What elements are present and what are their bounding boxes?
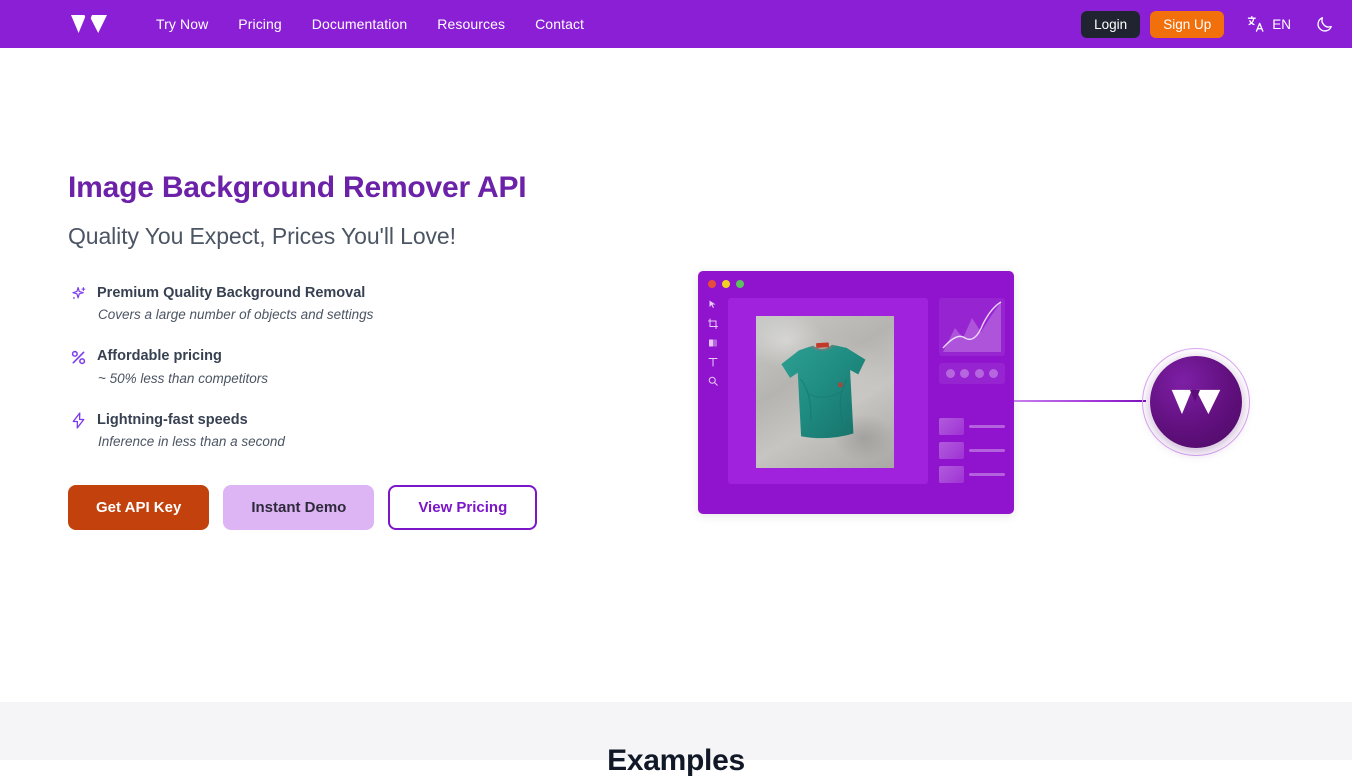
view-pricing-button[interactable]: View Pricing — [388, 484, 538, 530]
layer-thumbnail — [939, 442, 964, 459]
hero-section: Image Background Remover API Quality You… — [0, 48, 1352, 702]
feature-item-quality: Premium Quality Background Removal Cover… — [68, 283, 628, 322]
window-close-dot — [708, 280, 716, 288]
language-selector[interactable]: EN — [1246, 14, 1291, 34]
w-logo-icon — [71, 15, 107, 33]
nav-link-try-now[interactable]: Try Now — [156, 16, 208, 32]
hero-subtitle: Quality You Expect, Prices You'll Love! — [68, 223, 456, 249]
layer-item[interactable] — [939, 442, 1005, 459]
contrast-icon[interactable] — [974, 369, 984, 378]
layer-thumbnail — [939, 418, 964, 435]
curve-chart-icon — [942, 301, 1002, 352]
gradient-square-icon — [709, 339, 717, 347]
hero-cta-buttons: Get API Key Instant Demo View Pricing — [68, 484, 628, 530]
feature-desc: ~ 50% less than competitors — [98, 370, 268, 386]
editor-canvas — [728, 298, 928, 484]
language-label: EN — [1272, 16, 1291, 32]
window-traffic-lights — [708, 280, 744, 288]
nav-link-documentation[interactable]: Documentation — [312, 16, 407, 32]
product-photo — [756, 316, 894, 468]
feature-desc: Covers a large number of objects and set… — [98, 307, 374, 323]
feature-item-speed: Lightning-fast speeds Inference in less … — [68, 410, 628, 449]
nav-link-pricing[interactable]: Pricing — [238, 16, 282, 32]
histogram-graph — [939, 298, 1005, 356]
w-logo-icon — [1171, 389, 1221, 415]
editor-side-panel — [939, 298, 1005, 484]
editor-toolbar — [705, 299, 721, 387]
nav-link-contact[interactable]: Contact — [535, 16, 584, 32]
logo-badge — [1142, 348, 1250, 456]
feature-desc: Inference in less than a second — [98, 433, 285, 449]
layer-name-bar — [969, 449, 1005, 452]
droplet-icon[interactable] — [960, 369, 970, 378]
logo-badge-circle — [1150, 356, 1242, 448]
crop-icon — [708, 318, 718, 329]
lightning-bolt-icon — [68, 411, 88, 431]
layer-list — [939, 418, 1005, 483]
page-title: Image Background Remover API — [68, 171, 527, 204]
feature-title: Premium Quality Background Removal — [97, 285, 366, 301]
settings-icon[interactable] — [945, 369, 955, 378]
feature-title: Affordable pricing — [97, 348, 222, 365]
examples-title: Examples — [607, 744, 745, 777]
hero-illustration — [698, 224, 1298, 524]
tshirt-illustration — [781, 342, 866, 439]
percent-icon — [68, 347, 88, 367]
moon-icon — [1317, 16, 1332, 32]
login-button[interactable]: Login — [1081, 10, 1141, 38]
nav-links: Try Now Pricing Documentation Resources … — [156, 16, 584, 32]
editor-window-mockup — [698, 271, 1014, 514]
zoom-search-icon — [708, 376, 718, 386]
window-minimize-dot — [722, 280, 730, 288]
layer-name-bar — [969, 425, 1005, 428]
text-tool-icon — [708, 358, 718, 367]
get-api-key-button[interactable]: Get API Key — [68, 484, 210, 530]
top-navbar: Try Now Pricing Documentation Resources … — [0, 0, 1352, 48]
feature-item-pricing: Affordable pricing ~ 50% less than compe… — [68, 346, 628, 386]
sparkles-icon — [68, 284, 88, 304]
connector-line — [1014, 400, 1146, 402]
translate-icon — [1248, 16, 1264, 32]
feature-title: Lightning-fast speeds — [97, 411, 248, 428]
layer-name-bar — [969, 473, 1005, 476]
navbar-actions: Login Sign Up EN — [1081, 0, 1334, 48]
layer-item[interactable] — [939, 418, 1005, 435]
theme-toggle-button[interactable] — [1315, 15, 1334, 34]
layer-thumbnail — [939, 466, 964, 483]
layer-item[interactable] — [939, 466, 1005, 483]
brand-logo[interactable] — [68, 11, 110, 37]
panel-icon-row — [939, 363, 1005, 384]
feature-list: Premium Quality Background Removal Cover… — [68, 283, 628, 449]
examples-section: Examples — [0, 702, 1352, 777]
instant-demo-button[interactable]: Instant Demo — [223, 484, 375, 530]
cursor-icon — [709, 300, 716, 308]
undo-icon[interactable] — [989, 369, 999, 378]
nav-link-resources[interactable]: Resources — [437, 16, 505, 32]
signup-button[interactable]: Sign Up — [1150, 10, 1225, 38]
window-maximize-dot — [736, 280, 744, 288]
hero-content: Image Background Remover API Quality You… — [68, 170, 628, 530]
